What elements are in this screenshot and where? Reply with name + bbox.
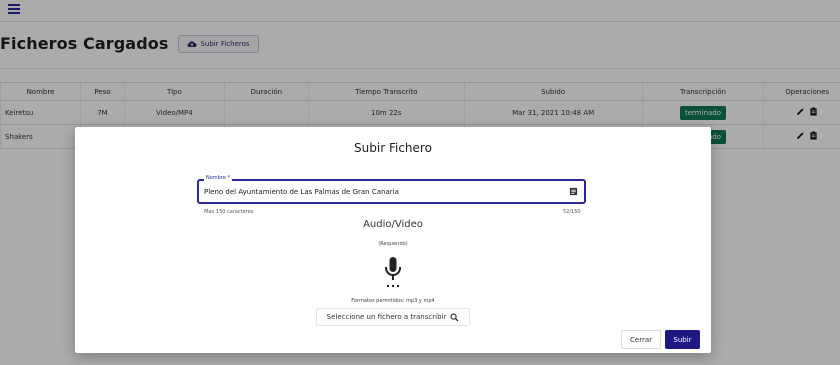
name-hint: Max 150 caracteres [204, 209, 254, 215]
dialog-title: Subir Fichero [354, 141, 432, 155]
audio-video-title: Audio/Video [363, 219, 423, 230]
name-input[interactable] [204, 181, 564, 202]
search-icon [450, 313, 459, 322]
notes-icon [569, 187, 578, 196]
required-text: (Requerido) [378, 241, 408, 247]
select-file-label: Seleccione un fichero a transcribir [326, 313, 447, 321]
upload-dialog: Subir Fichero Nombre * Max 150 caractere… [75, 127, 711, 353]
submit-button[interactable]: Subir [665, 330, 700, 349]
name-counter: 52/150 [563, 209, 581, 215]
formats-text: Formatos permitidos: mp3 y mp4 [351, 298, 435, 304]
select-file-button[interactable]: Seleccione un fichero a transcribir [316, 308, 470, 326]
microphone-icon[interactable] [383, 256, 403, 292]
close-button[interactable]: Cerrar [621, 330, 661, 349]
name-field[interactable]: Nombre * [197, 175, 586, 204]
